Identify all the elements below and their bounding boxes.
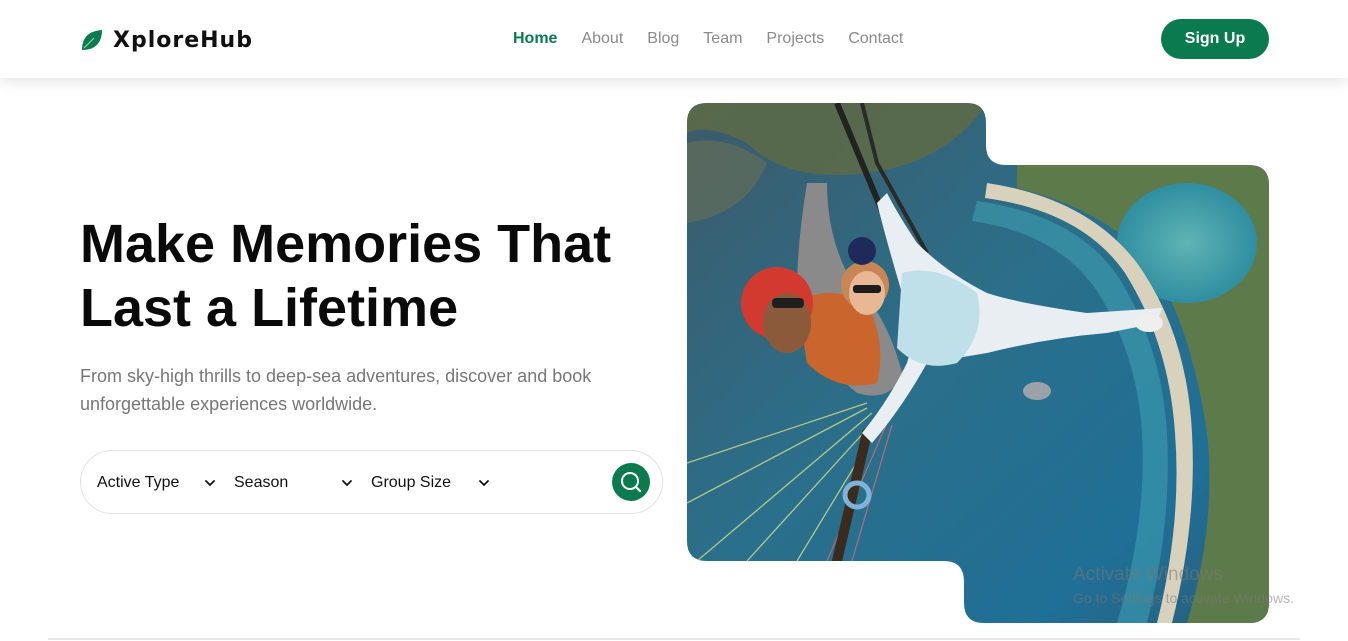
chevron-down-icon (479, 480, 489, 487)
watermark-subtitle: Go to Settings to activate Windows. (1073, 590, 1294, 606)
windows-activation-watermark: Activate Windows Go to Settings to activ… (1073, 563, 1294, 609)
site-header: XploreHub Home About Blog Team Projects … (0, 0, 1348, 78)
nav-about[interactable]: About (581, 29, 623, 49)
hero-image (687, 103, 1269, 623)
main-nav: Home About Blog Team Projects Contact (513, 29, 927, 49)
search-icon (621, 472, 641, 492)
search-bar: Active Type Season Group Size (80, 450, 663, 514)
hero-title-line-1: Make Memories That (80, 214, 612, 274)
nav-contact[interactable]: Contact (848, 29, 903, 49)
search-button[interactable] (612, 463, 650, 501)
sign-up-button[interactable]: Sign Up (1161, 19, 1269, 59)
activity-type-label: Active Type (97, 474, 180, 491)
hero-title-line-2: Last a Lifetime (80, 278, 459, 338)
season-label: Season (234, 474, 289, 491)
logo[interactable]: XploreHub (80, 26, 253, 54)
nav-projects[interactable]: Projects (766, 29, 824, 49)
page-divider (48, 638, 1300, 640)
chevron-down-icon (342, 480, 352, 487)
hero-subtitle: From sky-high thrills to deep-sea advent… (80, 362, 640, 418)
chevron-down-icon (205, 480, 215, 487)
season-select[interactable]: Season (234, 471, 354, 495)
activity-type-select[interactable]: Active Type (97, 471, 217, 495)
group-size-label: Group Size (371, 474, 452, 491)
nav-blog[interactable]: Blog (647, 29, 679, 49)
leaf-logo-icon (82, 30, 102, 50)
nav-home[interactable]: Home (513, 29, 557, 49)
hero-title: Make Memories That Last a Lifetime (80, 212, 680, 340)
group-size-select[interactable]: Group Size (371, 471, 491, 495)
brand-name: XploreHub (113, 27, 253, 53)
hero-subtitle-line-1: From sky-high thrills to deep-sea advent… (80, 366, 592, 386)
hero-subtitle-line-2: unforgettable experiences worldwide. (80, 394, 378, 414)
nav-team[interactable]: Team (703, 29, 742, 49)
watermark-title: Activate Windows (1073, 564, 1223, 585)
